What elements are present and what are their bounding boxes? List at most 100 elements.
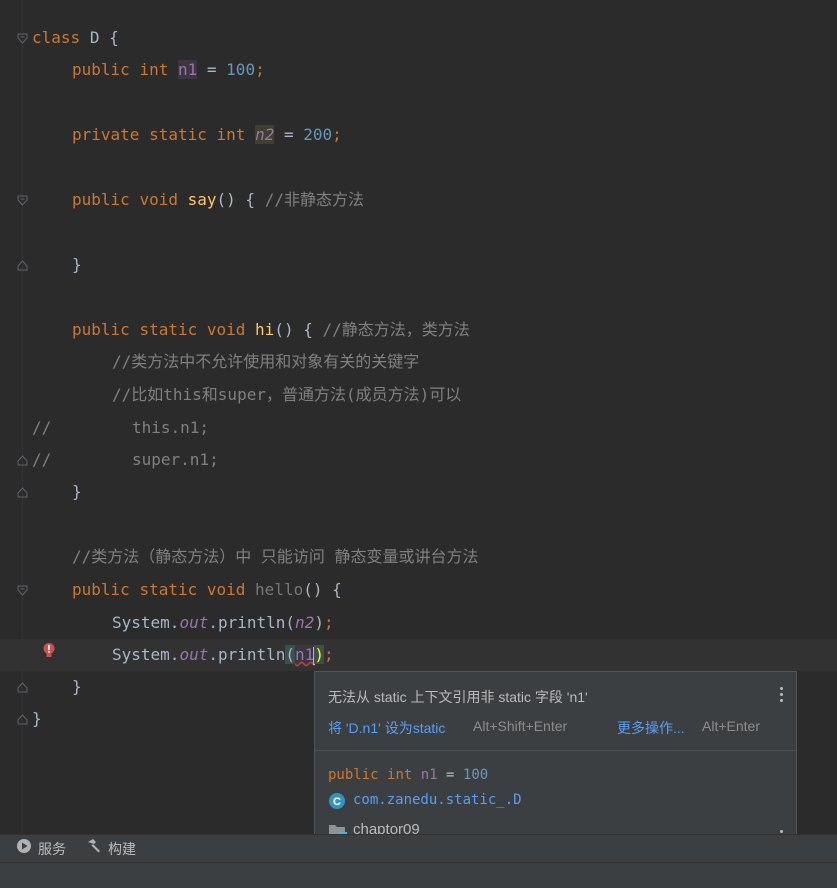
code-line-15[interactable]: System.out.println(n1); bbox=[0, 639, 837, 671]
services-icon bbox=[16, 835, 32, 863]
method-name: hello bbox=[255, 580, 304, 599]
code-line-2[interactable]: public int n1 = 100; bbox=[0, 54, 837, 86]
semicolon: ; bbox=[323, 613, 334, 632]
keyword: int bbox=[139, 60, 169, 79]
static-field-ref: out bbox=[179, 645, 209, 664]
hammer-icon bbox=[86, 835, 102, 863]
build-label: 构建 bbox=[108, 841, 136, 857]
comment: //非静态方法 bbox=[264, 190, 364, 209]
code-line-4[interactable]: public void say() { //非静态方法 bbox=[0, 184, 837, 216]
svg-text:C: C bbox=[333, 796, 341, 808]
class-icon: C bbox=[328, 792, 346, 810]
keyword: void bbox=[206, 580, 246, 599]
class-name: D bbox=[89, 28, 100, 47]
code-line-6[interactable]: public static void hi() { //静态方法，类方法 bbox=[0, 314, 837, 346]
keyword: static bbox=[139, 320, 198, 339]
keyword: void bbox=[139, 190, 178, 209]
commented-code: this.n1; bbox=[132, 418, 210, 437]
field-n2: n2 bbox=[255, 125, 275, 144]
fold-end-icon[interactable] bbox=[17, 682, 28, 693]
keyword: public bbox=[72, 320, 130, 339]
code-line-7[interactable]: //类方法中不允许使用和对象有关的关键字 bbox=[0, 346, 837, 378]
keyword: static bbox=[139, 580, 198, 599]
static-field-ref: out bbox=[179, 613, 209, 632]
brace: } bbox=[32, 709, 42, 728]
code-line-1[interactable]: class D { bbox=[0, 22, 837, 54]
fold-open-icon[interactable] bbox=[17, 33, 28, 44]
comment: //类方法（静态方法）中 只能访问 静态变量或讲台方法 bbox=[72, 547, 479, 566]
services-label: 服务 bbox=[38, 841, 66, 857]
number-literal: 100 bbox=[226, 60, 256, 79]
quick-fix-make-static[interactable]: 将 'D.n1' 设为static bbox=[328, 718, 445, 738]
code-line-5[interactable]: } bbox=[0, 249, 837, 281]
fold-end-icon[interactable] bbox=[17, 260, 28, 271]
services-tab[interactable]: 服务 bbox=[16, 835, 66, 863]
fold-open-icon[interactable] bbox=[17, 195, 28, 206]
keyword: public bbox=[72, 580, 130, 599]
brace: } bbox=[72, 482, 82, 501]
code-line-10[interactable]: // super.n1; bbox=[0, 444, 837, 476]
semicolon: ; bbox=[255, 60, 265, 79]
field-ref-error: n1 bbox=[295, 645, 315, 664]
method-name: say bbox=[187, 190, 217, 209]
kebab-menu-icon[interactable] bbox=[780, 687, 784, 703]
status-bar bbox=[0, 862, 837, 888]
operator: = bbox=[446, 767, 455, 783]
error-message: 无法从 static 上下文引用非 static 字段 'n1' bbox=[328, 689, 588, 705]
punctuation: () { bbox=[216, 190, 256, 209]
field-ref: n2 bbox=[295, 613, 315, 632]
keyword: public bbox=[72, 60, 130, 79]
fold-end-icon[interactable] bbox=[17, 487, 28, 498]
build-tab[interactable]: 构建 bbox=[86, 835, 136, 863]
code-line-13[interactable]: public static void hello() { bbox=[0, 574, 837, 606]
code-line-3[interactable]: private static int n2 = 200; bbox=[0, 119, 837, 151]
code-line-11[interactable]: } bbox=[0, 476, 837, 508]
punctuation: . bbox=[169, 613, 180, 632]
declaration-preview: public int n1 = 100 bbox=[328, 767, 488, 783]
fold-end-icon[interactable] bbox=[17, 714, 28, 725]
keyword: int bbox=[216, 125, 246, 144]
commented-code: super.n1; bbox=[132, 450, 219, 469]
operator: = bbox=[283, 125, 294, 144]
brace: } bbox=[72, 255, 82, 274]
punctuation: () { bbox=[274, 320, 313, 339]
quick-fix-shortcut: Alt+Shift+Enter bbox=[473, 718, 568, 734]
method-name: hi bbox=[255, 320, 275, 339]
punctuation: () { bbox=[303, 580, 342, 599]
tool-window-bar: 服务 构建 bbox=[0, 834, 837, 863]
error-bulb-icon[interactable] bbox=[42, 642, 56, 660]
code-line-8[interactable]: //比如this和super，普通方法(成员方法)可以 bbox=[0, 379, 837, 411]
class-ref: System bbox=[112, 613, 170, 632]
code-line-14[interactable]: System.out.println(n2); bbox=[0, 607, 837, 639]
comment-prefix: // bbox=[32, 450, 52, 469]
more-actions-shortcut: Alt+Enter bbox=[702, 718, 760, 734]
semicolon: ; bbox=[332, 125, 342, 144]
keyword: public bbox=[72, 190, 130, 209]
field-name: n1 bbox=[420, 767, 438, 783]
error-tooltip-popup: 无法从 static 上下文引用非 static 字段 'n1' 将 'D.n1… bbox=[314, 671, 797, 852]
keyword: private bbox=[72, 125, 140, 144]
brace: } bbox=[72, 677, 82, 696]
class-ref: System bbox=[112, 645, 170, 664]
more-actions-link[interactable]: 更多操作... bbox=[617, 718, 685, 738]
keyword: void bbox=[206, 320, 246, 339]
paren-match: ) bbox=[314, 645, 324, 664]
code-line-9[interactable]: // this.n1; bbox=[0, 412, 837, 444]
fold-open-icon[interactable] bbox=[17, 585, 28, 596]
method-call: .println bbox=[208, 645, 286, 664]
paren-match: ( bbox=[285, 645, 296, 664]
brace: { bbox=[109, 28, 119, 47]
keyword: public bbox=[328, 767, 379, 783]
comment: //类方法中不允许使用和对象有关的关键字 bbox=[112, 352, 420, 371]
comment: //静态方法，类方法 bbox=[322, 320, 470, 339]
number-literal: 100 bbox=[462, 767, 489, 783]
punctuation: ) bbox=[314, 613, 324, 632]
comment-prefix: // bbox=[32, 418, 52, 437]
fold-open-icon[interactable] bbox=[17, 455, 28, 466]
comment: //比如this和super，普通方法(成员方法)可以 bbox=[112, 385, 462, 404]
class-path-link[interactable]: com.zanedu.static_.D bbox=[353, 792, 522, 808]
operator: = bbox=[206, 60, 217, 79]
keyword: static bbox=[149, 125, 207, 144]
code-line-12[interactable]: //类方法（静态方法）中 只能访问 静态变量或讲台方法 bbox=[0, 541, 837, 573]
semicolon: ; bbox=[323, 645, 334, 664]
